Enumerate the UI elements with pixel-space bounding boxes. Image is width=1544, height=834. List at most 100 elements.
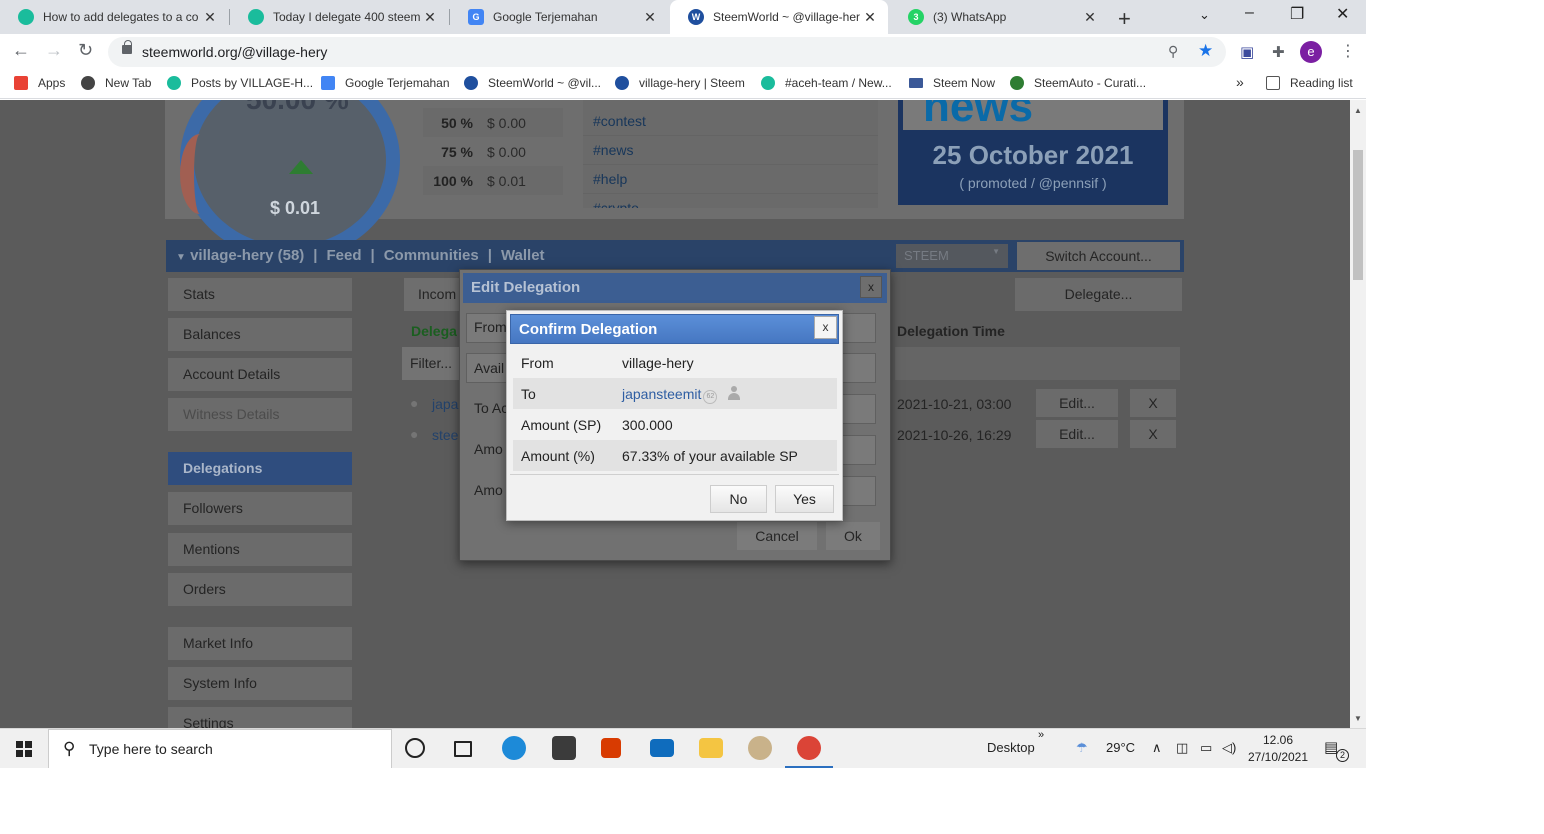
zoom-icon[interactable]: ⚲: [1168, 43, 1178, 60]
task-view-icon[interactable]: [454, 741, 472, 757]
store-icon[interactable]: [552, 736, 576, 760]
sidebar-item-witness-details[interactable]: Witness Details: [168, 398, 352, 431]
gift-app-icon[interactable]: [601, 738, 621, 758]
scroll-down-icon[interactable]: ▼: [1354, 714, 1362, 723]
recipient-link[interactable]: japansteemit: [622, 386, 701, 402]
close-tab-icon[interactable]: ✕: [640, 9, 660, 26]
bookmark-item[interactable]: Google Terjemahan: [321, 76, 450, 90]
bookmark-item[interactable]: Apps: [14, 76, 65, 90]
scroll-up-icon[interactable]: ▲: [1354, 106, 1362, 115]
amount-pct-input[interactable]: [840, 476, 876, 506]
browser-tab[interactable]: 3 (3) WhatsApp ✕: [890, 0, 1108, 34]
taskbar-search-box[interactable]: ⚲ Type here to search: [48, 729, 392, 768]
bookmark-item[interactable]: Posts by VILLAGE-H...: [167, 76, 313, 90]
tag-item[interactable]: #help: [583, 165, 878, 194]
cast-icon[interactable]: ▣: [1240, 43, 1254, 61]
chevron-up-icon[interactable]: ∧: [1152, 740, 1162, 756]
bookmark-item[interactable]: Steem Now: [909, 76, 995, 90]
bookmark-item[interactable]: #aceh-team / New...: [761, 76, 892, 90]
tag-item[interactable]: #contest: [583, 107, 878, 136]
caret-down-icon[interactable]: ▼: [176, 252, 186, 263]
sidebar-item-orders[interactable]: Orders: [168, 573, 352, 606]
nav-communities[interactable]: Communities: [384, 247, 479, 264]
bookmark-item[interactable]: SteemWorld ~ @vil...: [464, 76, 601, 90]
bookmarks-overflow-button[interactable]: »: [1236, 74, 1244, 90]
scrollbar-thumb[interactable]: [1353, 150, 1363, 280]
edit-delegation-button[interactable]: Edit...: [1036, 420, 1118, 448]
page-scrollbar[interactable]: ▲ ▼: [1350, 100, 1366, 728]
restore-button[interactable]: ❐: [1290, 4, 1304, 24]
ok-button[interactable]: Ok: [826, 522, 880, 550]
sidebar-item-followers[interactable]: Followers: [168, 492, 352, 525]
extensions-icon[interactable]: ✚: [1272, 43, 1285, 61]
mail-icon[interactable]: [650, 739, 674, 757]
sidebar-item-settings[interactable]: Settings: [168, 707, 352, 728]
tag-item[interactable]: #crypto: [583, 194, 878, 208]
chrome-icon[interactable]: [797, 736, 821, 760]
delegatee-link[interactable]: stee: [432, 427, 458, 443]
new-tab-button[interactable]: +: [1118, 6, 1131, 32]
menu-kebab-icon[interactable]: ⋮: [1340, 41, 1356, 61]
filter-input[interactable]: Filter...: [402, 347, 466, 380]
close-window-button[interactable]: ✕: [1336, 4, 1349, 24]
cortana-icon[interactable]: [405, 738, 425, 758]
close-tab-icon[interactable]: ✕: [200, 9, 220, 26]
browser-tab[interactable]: G Google Terjemahan ✕: [450, 0, 668, 34]
delegatee-link[interactable]: japa: [432, 396, 458, 412]
confirm-dialog-close-button[interactable]: x: [814, 316, 837, 339]
tag-item[interactable]: #news: [583, 136, 878, 165]
file-explorer-icon[interactable]: [699, 738, 723, 758]
remove-delegation-button[interactable]: X: [1130, 420, 1176, 448]
nav-account[interactable]: village-hery (58): [190, 247, 304, 264]
volume-icon[interactable]: ◁): [1222, 740, 1236, 756]
browser-tab[interactable]: Today I delegate 400 steem t ✕: [230, 0, 448, 34]
sidebar-item-account-details[interactable]: Account Details: [168, 358, 352, 391]
system-clock[interactable]: 12.06 27/10/2021: [1246, 732, 1310, 766]
switch-account-button[interactable]: Switch Account...: [1017, 242, 1180, 270]
profile-avatar[interactable]: e: [1300, 41, 1322, 63]
to-account-input[interactable]: [840, 394, 876, 424]
yes-button[interactable]: Yes: [775, 485, 834, 513]
sidebar-item-delegations[interactable]: Delegations: [168, 452, 352, 485]
bookmark-item[interactable]: village-hery | Steem: [615, 76, 745, 90]
reload-button[interactable]: ↻: [78, 40, 93, 61]
toolbar-expand-icon[interactable]: »: [1038, 729, 1044, 741]
remove-delegation-button[interactable]: X: [1130, 389, 1176, 417]
no-button[interactable]: No: [710, 485, 767, 513]
currency-select[interactable]: STEEM ▼: [896, 244, 1008, 268]
reading-list-button[interactable]: Reading list: [1266, 76, 1353, 90]
windows-start-icon[interactable]: [16, 741, 32, 757]
bookmark-item[interactable]: SteemAuto - Curati...: [1010, 76, 1146, 90]
bookmark-star-icon[interactable]: ★: [1198, 41, 1213, 61]
temperature[interactable]: 29°C: [1106, 740, 1135, 755]
cancel-button[interactable]: Cancel: [737, 522, 817, 550]
delegate-button[interactable]: Delegate...: [1015, 278, 1182, 311]
address-bar[interactable]: steemworld.org/@village-hery ⚲ ★: [108, 37, 1226, 67]
browser-tab-active[interactable]: W SteemWorld ~ @village-hery ✕: [670, 0, 888, 34]
user-profile-icon[interactable]: [727, 386, 741, 400]
close-tab-icon[interactable]: ✕: [860, 9, 880, 26]
amount-sp-input[interactable]: [840, 435, 876, 465]
url-text[interactable]: steemworld.org/@village-hery: [142, 44, 327, 60]
sidebar-item-mentions[interactable]: Mentions: [168, 533, 352, 566]
tab-search-icon[interactable]: ⌄: [1199, 7, 1210, 23]
sidebar-item-system-info[interactable]: System Info: [168, 667, 352, 700]
battery-icon[interactable]: ▭: [1200, 740, 1212, 756]
nav-feed[interactable]: Feed: [327, 247, 362, 264]
sidebar-item-balances[interactable]: Balances: [168, 318, 352, 351]
nav-wallet[interactable]: Wallet: [501, 247, 545, 264]
back-button[interactable]: ←: [12, 40, 30, 61]
forward-button[interactable]: →: [45, 40, 63, 61]
sidebar-item-market-info[interactable]: Market Info: [168, 627, 352, 660]
edit-delegation-button[interactable]: Edit...: [1036, 389, 1118, 417]
close-tab-icon[interactable]: ✕: [1080, 9, 1100, 26]
close-tab-icon[interactable]: ✕: [420, 9, 440, 26]
edge-icon[interactable]: [502, 736, 526, 760]
sidebar-item-stats[interactable]: Stats: [168, 278, 352, 311]
edit-dialog-close-button[interactable]: x: [860, 276, 882, 298]
news-banner[interactable]: news 25 October 2021 ( promoted / @penns…: [898, 100, 1168, 205]
browser-tab[interactable]: How to add delegates to a co ✕: [0, 0, 228, 34]
network-icon[interactable]: ◫: [1176, 740, 1188, 756]
desktop-toolbar[interactable]: Desktop: [987, 740, 1035, 755]
paint-icon[interactable]: [748, 736, 772, 760]
